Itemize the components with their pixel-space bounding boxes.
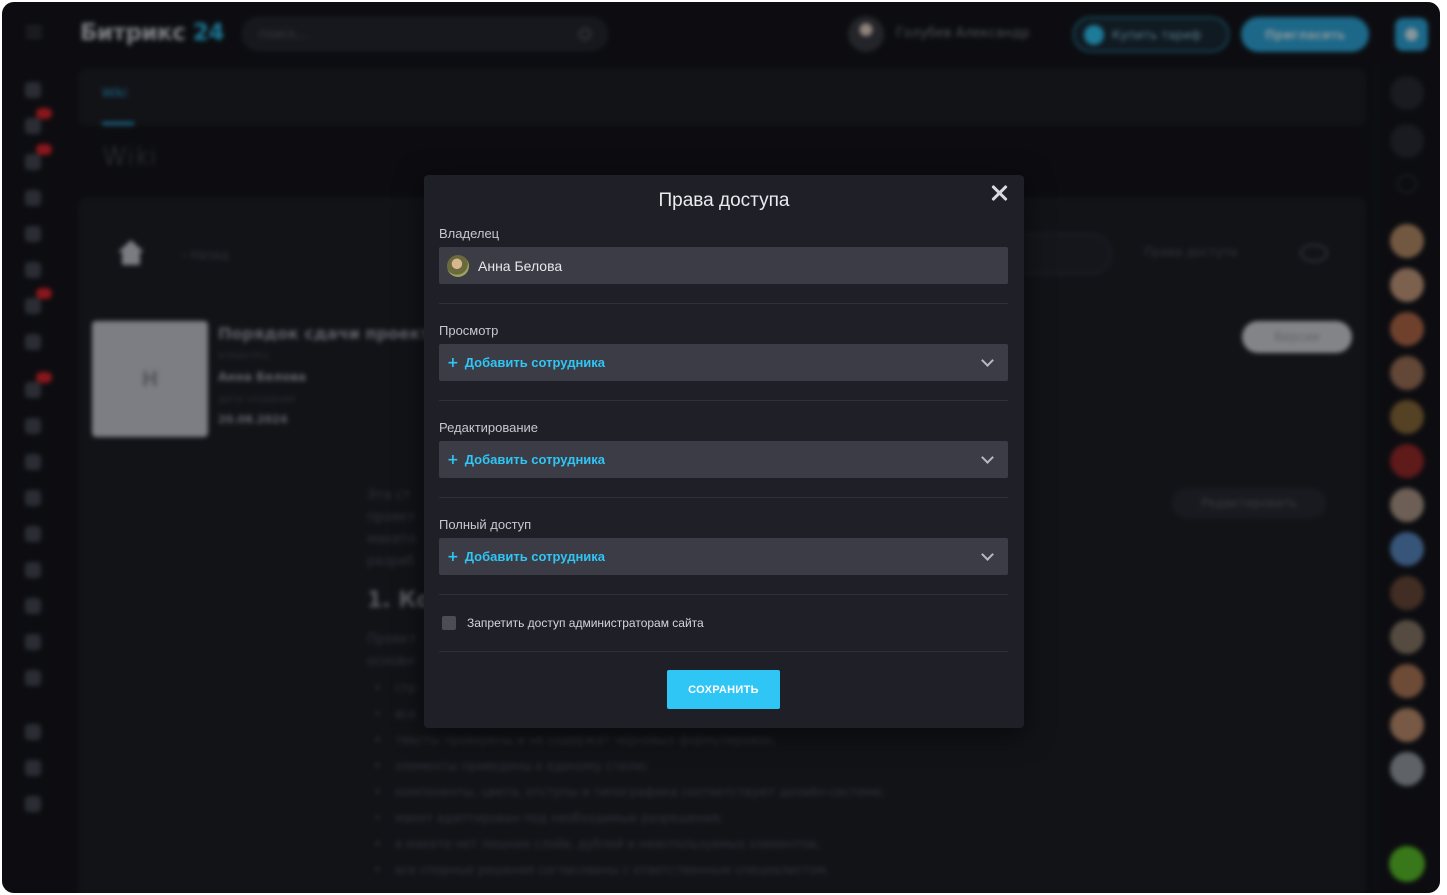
owner-field: Анна Белова [439, 247, 1008, 284]
owner-name: Анна Белова [478, 257, 563, 274]
access-rights-modal: Права доступа Владелец Анна Белова Просм… [424, 175, 1024, 728]
close-icon[interactable] [986, 180, 1012, 206]
divider [439, 594, 1008, 595]
view-label: Просмотр [439, 323, 499, 338]
chevron-down-icon [981, 451, 994, 464]
owner-label: Владелец [439, 226, 500, 241]
plus-icon: + [447, 354, 459, 371]
divider [439, 497, 1008, 498]
add-employee-label: Добавить сотрудника [464, 452, 606, 467]
restrict-admins-label[interactable]: Запретить доступ администраторам сайта [467, 616, 704, 630]
add-employee-label: Добавить сотрудника [464, 355, 606, 370]
plus-icon: + [447, 548, 459, 565]
edit-add-employee-select[interactable]: + Добавить сотрудника [439, 441, 1008, 478]
divider [439, 303, 1008, 304]
view-add-employee-select[interactable]: + Добавить сотрудника [439, 344, 1008, 381]
restrict-admins-checkbox[interactable] [442, 616, 456, 630]
edit-label: Редактирование [439, 420, 539, 435]
full-access-add-employee-select[interactable]: + Добавить сотрудника [439, 538, 1008, 575]
app-window: Битрикс 24 поиск... Голубев Александр Ку… [2, 2, 1440, 893]
chevron-down-icon [981, 548, 994, 561]
modal-title: Права доступа [658, 190, 790, 211]
full-access-label: Полный доступ [439, 517, 532, 532]
avatar [447, 254, 469, 277]
divider [439, 400, 1008, 401]
divider [439, 651, 1008, 652]
add-employee-label: Добавить сотрудника [464, 549, 606, 564]
save-button[interactable]: СОХРАНИТЬ [667, 670, 780, 709]
plus-icon: + [447, 451, 459, 468]
chevron-down-icon [981, 354, 994, 367]
